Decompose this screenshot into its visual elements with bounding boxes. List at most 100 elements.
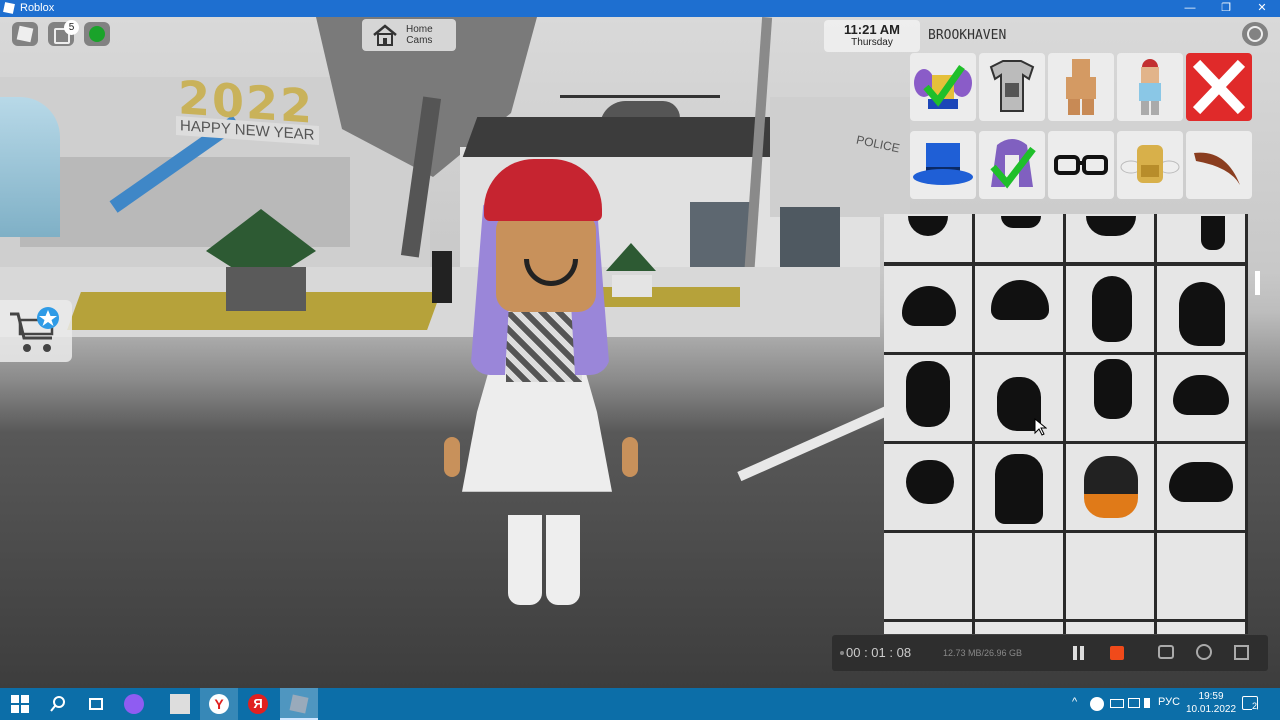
hair-item[interactable] [884,355,972,441]
home-cams-button[interactable]: Home Cams [362,19,456,51]
hair-item[interactable] [1066,214,1154,262]
yandex-tray-icon[interactable] [1090,697,1104,711]
glasses-icon [1054,155,1108,175]
hair-icon [908,216,948,236]
hair-item[interactable] [975,214,1063,262]
chat-button[interactable]: 5 [48,20,79,46]
task-view-icon[interactable] [86,694,106,714]
shirt-icon [989,60,1035,112]
timer-icon[interactable] [1196,644,1212,660]
notification-badge: 5 [64,20,79,35]
slot-wings-hat[interactable] [910,53,976,121]
volume-icon[interactable] [1144,698,1154,708]
collapse-icon[interactable] [1234,645,1249,660]
hair-item[interactable] [1157,214,1245,262]
slot-avatar[interactable] [1117,53,1183,121]
battery-icon[interactable] [1110,699,1124,708]
road-marking [737,402,897,482]
hair-item[interactable] [1157,355,1245,441]
search-icon[interactable] [48,694,68,714]
windows-start-icon[interactable] [10,694,30,714]
hair-item[interactable] [1157,444,1245,530]
screen-recorder-bar: 00 : 01 : 08 12.73 MB/26.96 GB [832,635,1268,671]
pause-button[interactable] [1072,646,1086,660]
pause-icon [1073,646,1077,660]
white-planter [612,275,652,297]
home-cams-label: Home Cams [406,24,433,46]
avatar-sweater-pattern [506,312,582,382]
empty-catalog-cell[interactable] [975,622,1063,634]
hair-icon [1086,216,1136,236]
winged-crown-icon [914,64,972,109]
hair-icon [1173,375,1229,415]
minimize-button[interactable]: — [1172,0,1208,17]
slot-top-hat[interactable] [910,131,976,199]
empty-catalog-cell[interactable] [884,533,972,619]
empty-catalog-cell[interactable] [1157,622,1245,634]
hair-item[interactable] [1157,266,1245,352]
water-slide [0,97,60,237]
slot-horn[interactable] [1186,131,1252,199]
slot-shirt[interactable] [979,53,1045,121]
calculator-icon[interactable] [170,694,190,714]
window-title: Roblox [20,2,55,14]
hair-item[interactable] [884,214,972,262]
network-icon[interactable] [1128,698,1140,708]
notifications-icon[interactable]: 2 [1242,696,1258,711]
slot-glasses[interactable] [1048,131,1114,199]
window-title-bar: Roblox — ❐ ✕ [0,0,1280,17]
restore-button[interactable]: ❐ [1208,0,1244,17]
settings-button[interactable] [1242,22,1268,46]
empty-catalog-cell[interactable] [1066,533,1154,619]
taskbar-clock[interactable]: 19:59 10.01.2022 [1186,690,1236,716]
screenshot-camera-icon[interactable] [1158,645,1174,659]
hair-icon [1094,359,1132,419]
tray-expand-icon[interactable]: ^ [1072,696,1077,708]
hair-icon [906,361,950,427]
hair-item[interactable] [884,444,972,530]
yandex-icon[interactable]: Я [248,694,268,714]
roblox-task[interactable] [280,688,318,720]
hair-item[interactable] [884,266,972,352]
empty-catalog-cell[interactable] [884,622,972,634]
close-window-button[interactable]: ✕ [1244,0,1280,17]
empty-catalog-cell[interactable] [975,533,1063,619]
hair-catalog-grid[interactable] [884,214,1248,634]
scroll-handle[interactable] [1255,271,1260,295]
close-catalog-button[interactable] [1186,53,1252,121]
alice-assistant-icon[interactable] [124,694,144,714]
avatar-right-leg [546,515,580,605]
mouse-cursor-icon [1034,417,1047,436]
roblox-menu-button[interactable] [12,22,38,46]
input-language[interactable]: РУС [1158,696,1180,708]
hair-item[interactable] [1066,355,1154,441]
slot-purple-hair[interactable] [979,131,1045,199]
hair-item[interactable] [1066,266,1154,352]
home-cams-label-line1: Home [406,24,433,35]
hair-item[interactable] [1066,444,1154,530]
stop-record-button[interactable] [1110,646,1124,660]
house-icon [372,24,398,46]
empty-catalog-cell[interactable] [1066,622,1154,634]
avatar-left-hand [444,437,460,477]
yandex-browser-task[interactable]: Y [200,688,238,720]
status-green-icon [89,26,105,42]
hair-item[interactable] [975,355,1063,441]
avatar-icon [1139,59,1161,115]
shopping-cart-icon [10,307,59,352]
hair-icon [906,460,954,504]
settings-icon [1247,26,1263,42]
hair-item[interactable] [975,444,1063,530]
helicopter-rotor [560,95,720,98]
status-button[interactable] [84,22,110,46]
orange-hair-tips [1084,494,1138,518]
body-icon [1066,59,1096,115]
slot-body[interactable] [1048,53,1114,121]
empty-catalog-cell[interactable] [1157,533,1245,619]
recording-size: 12.73 MB/26.96 GB [943,648,1023,658]
shop-cart-button[interactable] [0,300,72,362]
hair-item[interactable] [975,266,1063,352]
hair-icon [995,454,1043,524]
slot-backpack[interactable] [1117,131,1183,199]
home-cams-label-line2: Cams [406,35,433,46]
